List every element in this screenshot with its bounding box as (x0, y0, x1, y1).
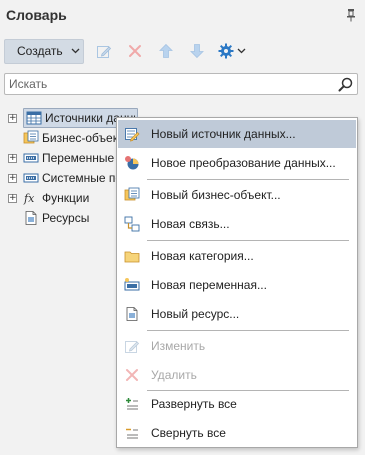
search-icon[interactable] (338, 77, 353, 92)
menu-delete[interactable]: Удалить (118, 361, 356, 389)
new-data-source-icon (124, 126, 140, 142)
menu-separator (147, 179, 349, 180)
search-input[interactable] (5, 74, 325, 94)
collapse-all-icon (124, 425, 140, 441)
pin-icon[interactable] (345, 8, 357, 22)
gear-icon (218, 43, 234, 59)
menu-expand-all[interactable]: Развернуть все (118, 390, 356, 418)
menu-new-data-transformation[interactable]: Новое преобразование данных... (118, 149, 356, 177)
business-object-icon (23, 130, 39, 146)
menu-edit[interactable]: Изменить (118, 332, 356, 360)
settings-menu-button[interactable] (218, 43, 246, 59)
data-source-icon (26, 110, 42, 126)
expand-toggle[interactable]: + (8, 153, 17, 163)
chevron-down-icon (237, 48, 246, 54)
context-menu: Новый источник данных... Новое преобразо… (116, 117, 358, 448)
expand-toggle[interactable]: + (8, 193, 17, 203)
expand-toggle[interactable]: + (8, 173, 17, 183)
new-data-transformation-icon (124, 155, 140, 171)
toolbar: Создать (4, 38, 246, 64)
new-business-object-icon (124, 187, 140, 203)
variable-icon (23, 150, 39, 166)
new-relation-icon (124, 216, 140, 232)
search-box (4, 73, 358, 95)
menu-new-variable[interactable]: Новая переменная... (118, 271, 356, 299)
svg-text:fx: fx (23, 192, 35, 205)
menu-separator (147, 330, 349, 331)
system-variable-icon (23, 170, 39, 186)
expand-all-icon (124, 396, 140, 412)
menu-new-resource[interactable]: Новый ресурс... (118, 300, 356, 328)
move-up-icon[interactable] (158, 43, 174, 59)
panel-title: Словарь (6, 7, 67, 23)
create-button-label: Создать (17, 44, 63, 58)
function-icon: fx (23, 190, 39, 206)
new-variable-icon (124, 277, 140, 293)
new-category-icon (124, 248, 140, 264)
resource-icon (23, 210, 39, 226)
tree-node-resources[interactable]: Ресурсы (23, 208, 89, 228)
edit-icon[interactable] (96, 43, 112, 59)
expand-toggle[interactable]: + (8, 113, 17, 123)
new-resource-icon (124, 306, 140, 322)
tree-node-variables[interactable]: + Переменные (8, 148, 114, 168)
edit-icon (124, 338, 140, 354)
menu-collapse-all[interactable]: Свернуть все (118, 419, 356, 447)
menu-new-category[interactable]: Новая категория... (118, 242, 356, 270)
tree-node-functions[interactable]: + fx Функции (8, 188, 89, 208)
menu-new-relation[interactable]: Новая связь... (118, 210, 356, 238)
menu-new-business-object[interactable]: Новый бизнес-объект... (118, 181, 356, 209)
move-down-icon[interactable] (189, 43, 205, 59)
menu-new-data-source[interactable]: Новый источник данных... (118, 120, 356, 148)
chevron-down-icon (71, 48, 80, 54)
delete-icon[interactable] (127, 43, 143, 59)
create-button[interactable]: Создать (4, 38, 84, 64)
menu-separator (147, 240, 349, 241)
delete-icon (124, 367, 140, 383)
